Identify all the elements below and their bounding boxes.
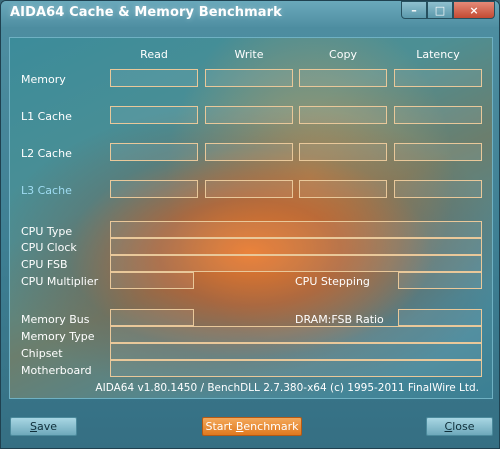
l1-read-field — [110, 106, 198, 124]
close-icon: × — [469, 3, 479, 17]
row-label-memory: Memory — [21, 73, 66, 86]
close-label-rest: lose — [452, 420, 475, 433]
memory-write-field — [205, 69, 293, 87]
l2-read-field — [110, 143, 198, 161]
memory-bus-field — [110, 309, 194, 326]
close-window-button[interactable]: × — [453, 1, 495, 19]
memory-copy-field — [299, 69, 387, 87]
memory-type-label: Memory Type — [21, 330, 95, 343]
column-header-latency: Latency — [416, 48, 460, 61]
memory-bus-label: Memory Bus — [21, 313, 90, 326]
start-benchmark-button[interactable]: Start Benchmark — [202, 417, 302, 436]
chipset-field — [110, 343, 482, 360]
memory-latency-field — [394, 69, 482, 87]
cpu-stepping-label: CPU Stepping — [295, 275, 370, 288]
maximize-button[interactable]: □ — [427, 1, 453, 19]
motherboard-field — [110, 360, 482, 377]
cpu-clock-label: CPU Clock — [21, 241, 77, 254]
l3-read-field — [110, 180, 198, 198]
minimize-icon: – — [411, 3, 417, 17]
title-bar[interactable]: AIDA64 Cache & Memory Benchmark – □ × — [1, 1, 499, 27]
l3-write-field — [205, 180, 293, 198]
l2-latency-field — [394, 143, 482, 161]
cpu-fsb-field — [110, 255, 482, 272]
l1-latency-field — [394, 106, 482, 124]
benchmark-window: AIDA64 Cache & Memory Benchmark – □ × Re… — [0, 0, 500, 449]
window-title: AIDA64 Cache & Memory Benchmark — [10, 5, 282, 20]
column-header-write: Write — [234, 48, 264, 61]
dram-fsb-ratio-field — [398, 309, 482, 326]
row-label-l2-cache: L2 Cache — [21, 147, 72, 160]
l2-write-field — [205, 143, 293, 161]
save-label-rest: ave — [36, 420, 57, 433]
cpu-type-label: CPU Type — [21, 225, 73, 238]
save-button[interactable]: Save — [10, 417, 77, 436]
cpu-stepping-field — [398, 272, 482, 289]
motherboard-label: Motherboard — [21, 364, 92, 377]
save-hotkey: S — [29, 420, 37, 433]
minimize-button[interactable]: – — [401, 1, 427, 19]
caption-buttons: – □ × — [401, 1, 495, 19]
memory-type-field — [110, 326, 482, 343]
cpu-fsb-label: CPU FSB — [21, 258, 68, 271]
l3-latency-field — [394, 180, 482, 198]
start-label-rest: enchmark — [243, 420, 299, 433]
l1-copy-field — [299, 106, 387, 124]
dram-fsb-ratio-label: DRAM:FSB Ratio — [295, 313, 384, 326]
memory-read-field — [110, 69, 198, 87]
cpu-type-field — [110, 221, 482, 238]
start-label-pre: Start — [205, 420, 236, 433]
row-label-l1-cache: L1 Cache — [21, 110, 72, 123]
cpu-multiplier-label: CPU Multiplier — [21, 275, 99, 288]
chipset-label: Chipset — [21, 347, 63, 360]
column-header-copy: Copy — [329, 48, 357, 61]
l1-write-field — [205, 106, 293, 124]
row-label-l3-cache: L3 Cache — [21, 184, 72, 197]
maximize-icon: □ — [434, 3, 446, 17]
l3-copy-field — [299, 180, 387, 198]
column-header-read: Read — [140, 48, 168, 61]
close-button[interactable]: Close — [426, 417, 493, 436]
l2-copy-field — [299, 143, 387, 161]
cpu-clock-field — [110, 238, 482, 255]
version-footer: AIDA64 v1.80.1450 / BenchDLL 2.7.380-x64… — [95, 382, 479, 394]
cpu-multiplier-field — [110, 272, 194, 289]
